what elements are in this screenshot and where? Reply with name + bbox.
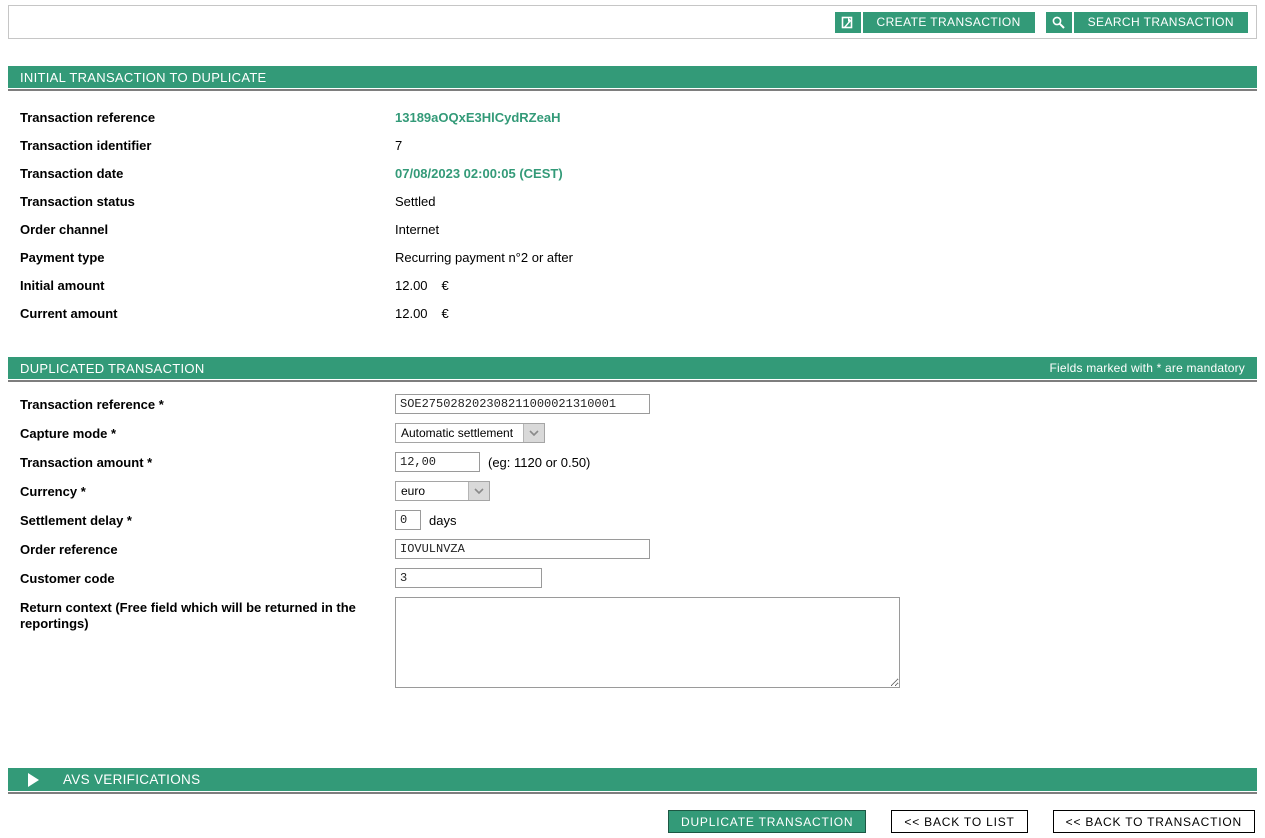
transaction-amount-input[interactable] <box>395 452 480 472</box>
expand-triangle-icon[interactable] <box>28 773 39 787</box>
page: CREATE TRANSACTION SEARCH TRANSACTION IN… <box>0 0 1265 838</box>
form-row-customer-code: Customer code <box>8 568 1257 588</box>
mandatory-fields-note: Fields marked with * are mandatory <box>1049 361 1245 375</box>
payment-type-value: Recurring payment n°2 or after <box>395 250 1257 265</box>
back-to-list-button[interactable]: << BACK TO LIST <box>891 810 1027 833</box>
form-label: Settlement delay * <box>20 510 395 529</box>
form-row-order-reference: Order reference <box>8 539 1257 559</box>
duplicate-transaction-button[interactable]: DUPLICATE TRANSACTION <box>668 810 866 833</box>
transaction-reference-value: 13189aOQxE3HlCydRZeaH <box>395 110 1257 125</box>
detail-label: Current amount <box>20 306 395 321</box>
detail-label: Transaction date <box>20 166 395 181</box>
duplicated-transaction-title: DUPLICATED TRANSACTION <box>20 361 205 376</box>
capture-mode-selected-value: Automatic settlement <box>396 424 523 442</box>
form-row-settlement-delay: Settlement delay * days <box>8 510 1257 530</box>
initial-amount-value: 12.00€ <box>395 278 1257 293</box>
avs-verifications-title: AVS VERIFICATIONS <box>63 772 200 787</box>
form-label: Transaction amount * <box>20 452 395 471</box>
detail-label: Transaction status <box>20 194 395 209</box>
form-row-transaction-amount: Transaction amount * (eg: 1120 or 0.50) <box>8 452 1257 472</box>
create-transaction-group: CREATE TRANSACTION <box>835 12 1035 33</box>
settlement-delay-unit: days <box>429 513 456 528</box>
return-context-textarea[interactable] <box>395 597 900 688</box>
new-document-icon[interactable] <box>835 12 861 33</box>
transaction-identifier-value: 7 <box>395 138 1257 153</box>
top-toolbar: CREATE TRANSACTION SEARCH TRANSACTION <box>8 5 1257 39</box>
form-label: Order reference <box>20 539 395 558</box>
search-transaction-group: SEARCH TRANSACTION <box>1046 12 1248 33</box>
transaction-reference-input[interactable] <box>395 394 650 414</box>
chevron-down-icon <box>468 482 489 500</box>
currency-selected-value: euro <box>396 482 468 500</box>
chevron-down-icon <box>523 424 544 442</box>
order-channel-value: Internet <box>395 222 1257 237</box>
detail-row-transaction-status: Transaction status Settled <box>8 187 1257 215</box>
detail-row-current-amount: Current amount 12.00€ <box>8 299 1257 327</box>
detail-label: Order channel <box>20 222 395 237</box>
transaction-status-value: Settled <box>395 194 1257 209</box>
avs-verifications-header[interactable]: AVS VERIFICATIONS <box>8 768 1257 791</box>
detail-row-initial-amount: Initial amount 12.00€ <box>8 271 1257 299</box>
customer-code-input[interactable] <box>395 568 542 588</box>
detail-label: Transaction reference <box>20 110 395 125</box>
capture-mode-select[interactable]: Automatic settlement <box>395 423 545 443</box>
detail-row-transaction-reference: Transaction reference 13189aOQxE3HlCydRZ… <box>8 103 1257 131</box>
create-transaction-button[interactable]: CREATE TRANSACTION <box>863 12 1035 33</box>
detail-row-transaction-identifier: Transaction identifier 7 <box>8 131 1257 159</box>
currency-select[interactable]: euro <box>395 481 490 501</box>
header-underline <box>8 792 1257 794</box>
settlement-delay-input[interactable] <box>395 510 421 530</box>
duplicated-transaction-form: Transaction reference * Capture mode * A… <box>8 382 1257 728</box>
detail-row-transaction-date: Transaction date 07/08/2023 02:00:05 (CE… <box>8 159 1257 187</box>
detail-label: Initial amount <box>20 278 395 293</box>
initial-transaction-title: INITIAL TRANSACTION TO DUPLICATE <box>20 70 267 85</box>
form-label: Return context (Free field which will be… <box>20 597 395 633</box>
form-label: Customer code <box>20 568 395 587</box>
footer-actions: DUPLICATE TRANSACTION << BACK TO LIST <<… <box>8 810 1257 833</box>
form-row-currency: Currency * euro <box>8 481 1257 501</box>
form-row-capture-mode: Capture mode * Automatic settlement <box>8 423 1257 443</box>
detail-row-payment-type: Payment type Recurring payment n°2 or af… <box>8 243 1257 271</box>
transaction-date-value: 07/08/2023 02:00:05 (CEST) <box>395 166 1257 181</box>
detail-row-order-channel: Order channel Internet <box>8 215 1257 243</box>
detail-label: Payment type <box>20 250 395 265</box>
initial-transaction-section: INITIAL TRANSACTION TO DUPLICATE Transac… <box>8 66 1257 357</box>
order-reference-input[interactable] <box>395 539 650 559</box>
form-row-transaction-reference: Transaction reference * <box>8 394 1257 414</box>
current-amount-value: 12.00€ <box>395 306 1257 321</box>
magnifier-icon[interactable] <box>1046 12 1072 33</box>
search-transaction-button[interactable]: SEARCH TRANSACTION <box>1074 12 1248 33</box>
form-label: Transaction reference * <box>20 394 395 413</box>
form-label: Currency * <box>20 481 395 500</box>
currency-symbol: € <box>442 278 449 293</box>
back-to-transaction-button[interactable]: << BACK TO TRANSACTION <box>1053 810 1255 833</box>
initial-transaction-details: Transaction reference 13189aOQxE3HlCydRZ… <box>8 91 1257 357</box>
currency-symbol: € <box>442 306 449 321</box>
initial-transaction-header: INITIAL TRANSACTION TO DUPLICATE <box>8 66 1257 88</box>
detail-label: Transaction identifier <box>20 138 395 153</box>
form-label: Capture mode * <box>20 423 395 442</box>
form-row-return-context: Return context (Free field which will be… <box>8 597 1257 688</box>
amount-format-hint: (eg: 1120 or 0.50) <box>488 455 590 470</box>
duplicated-transaction-section: DUPLICATED TRANSACTION Fields marked wit… <box>8 357 1257 728</box>
duplicated-transaction-header: DUPLICATED TRANSACTION Fields marked wit… <box>8 357 1257 379</box>
